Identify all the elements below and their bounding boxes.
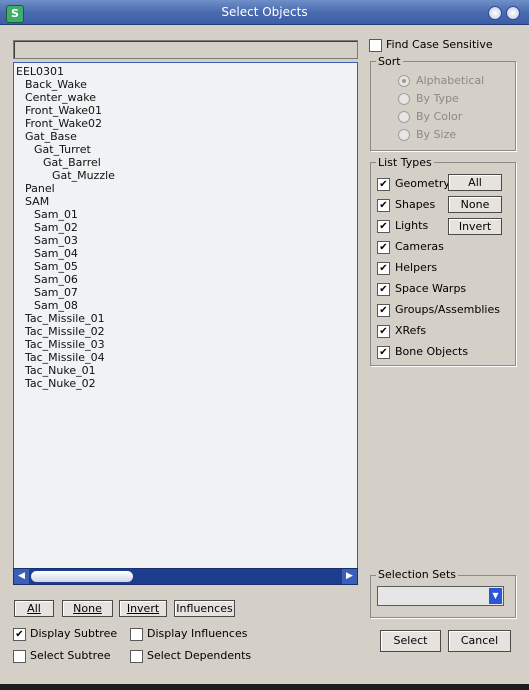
select-subtree-checkbox[interactable] [13,650,26,663]
list-item[interactable]: Sam_02 [34,221,78,234]
list-item[interactable]: EEL0301 [16,65,64,78]
sort-option-label: Alphabetical [416,74,485,87]
list-item[interactable]: Center_wake [25,91,96,104]
sort-radio[interactable] [398,111,410,123]
list-item[interactable]: Tac_Missile_03 [25,338,105,351]
types-all-button[interactable]: All [448,174,502,191]
list-type-label: Lights [395,219,429,232]
list-type-label: Cameras [395,240,444,253]
list-type-checkbox[interactable]: ✔ [377,241,390,254]
search-input[interactable] [13,40,358,59]
list-types-title: List Types [376,156,434,169]
object-list[interactable]: EEL0301 Back_Wake Center_wake Front_Wake01 F… [13,62,358,570]
sort-group-title: Sort [376,55,403,68]
chevron-down-icon[interactable]: ▼ [489,588,502,604]
list-item[interactable]: Tac_Missile_01 [25,312,105,325]
list-type-label: XRefs [395,324,427,337]
list-item[interactable]: Sam_08 [34,299,78,312]
window-title: Select Objects [221,5,308,19]
list-item[interactable]: Sam_03 [34,234,78,247]
sort-radio[interactable] [398,93,410,105]
list-item[interactable]: SAM [25,195,49,208]
list-item[interactable]: Gat_Turret [34,143,91,156]
sort-option-label: By Type [416,92,459,105]
list-item[interactable]: Sam_06 [34,273,78,286]
list-type-checkbox[interactable]: ✔ [377,178,390,191]
scroll-right-icon[interactable]: ▶ [342,569,357,584]
list-item[interactable]: Gat_Muzzle [52,169,115,182]
list-item[interactable]: Gat_Base [25,130,77,143]
influences-button[interactable]: Influences [174,600,235,617]
list-item[interactable]: Tac_Nuke_02 [25,377,96,390]
list-type-checkbox[interactable]: ✔ [377,346,390,359]
select-objects-dialog: S Select Objects EEL0301 Back_Wake Center_… [0,0,529,690]
list-type-checkbox[interactable]: ✔ [377,283,390,296]
close-icon[interactable] [506,6,520,20]
taskbar-strip [0,684,529,690]
list-item[interactable]: Front_Wake01 [25,104,102,117]
sort-radio[interactable] [398,129,410,141]
list-item[interactable]: Front_Wake02 [25,117,102,130]
list-type-label: Space Warps [395,282,467,295]
list-type-checkbox[interactable]: ✔ [377,199,390,212]
list-item[interactable]: Tac_Missile_02 [25,325,105,338]
selection-sets-dropdown[interactable]: ▼ [377,586,504,606]
list-item[interactable]: Sam_05 [34,260,78,273]
select-dependents-label: Select Dependents [147,649,252,662]
cancel-button[interactable]: Cancel [448,630,511,652]
list-item[interactable]: Tac_Missile_04 [25,351,105,364]
list-type-checkbox[interactable]: ✔ [377,220,390,233]
sort-radio[interactable] [398,75,410,87]
list-item[interactable]: Tac_Nuke_01 [25,364,96,377]
list-type-checkbox[interactable]: ✔ [377,262,390,275]
select-button[interactable]: Select [380,630,441,652]
list-type-checkbox[interactable]: ✔ [377,304,390,317]
list-type-label: Shapes [395,198,436,211]
list-item[interactable]: Sam_07 [34,286,78,299]
types-invert-button[interactable]: Invert [448,218,502,235]
scroll-left-icon[interactable]: ◀ [14,569,29,584]
list-type-label: Groups/Assemblies [395,303,500,316]
list-type-label: Helpers [395,261,438,274]
list-item[interactable]: Gat_Barrel [43,156,101,169]
sort-option-label: By Color [416,110,463,123]
list-types-group [370,162,516,366]
select-dependents-checkbox[interactable] [130,650,143,663]
list-item[interactable]: Sam_04 [34,247,78,260]
display-influences-checkbox[interactable] [130,628,143,641]
display-influences-label: Display Influences [147,627,248,640]
title-bar[interactable]: S Select Objects [0,0,529,25]
find-case-sensitive-label: Find Case Sensitive [386,38,493,51]
find-case-sensitive-checkbox[interactable] [369,39,382,52]
display-subtree-label: Display Subtree [30,627,118,640]
list-item[interactable]: Sam_01 [34,208,78,221]
help-icon[interactable] [488,6,502,20]
sort-option-label: By Size [416,128,457,141]
selection-sets-title: Selection Sets [376,568,458,581]
display-subtree-checkbox[interactable]: ✔ [13,628,26,641]
horizontal-scrollbar[interactable]: ◀ ▶ [13,568,358,585]
list-invert-button[interactable]: Invert [119,600,167,617]
list-type-label: Geometry [395,177,450,190]
list-none-button[interactable]: None [62,600,113,617]
select-subtree-label: Select Subtree [30,649,111,662]
list-type-label: Bone Objects [395,345,469,358]
list-type-checkbox[interactable]: ✔ [377,325,390,338]
types-none-button[interactable]: None [448,196,502,213]
list-item[interactable]: Back_Wake [25,78,87,91]
list-all-button[interactable]: All [14,600,54,617]
scroll-thumb[interactable] [31,571,133,582]
list-item[interactable]: Panel [25,182,55,195]
